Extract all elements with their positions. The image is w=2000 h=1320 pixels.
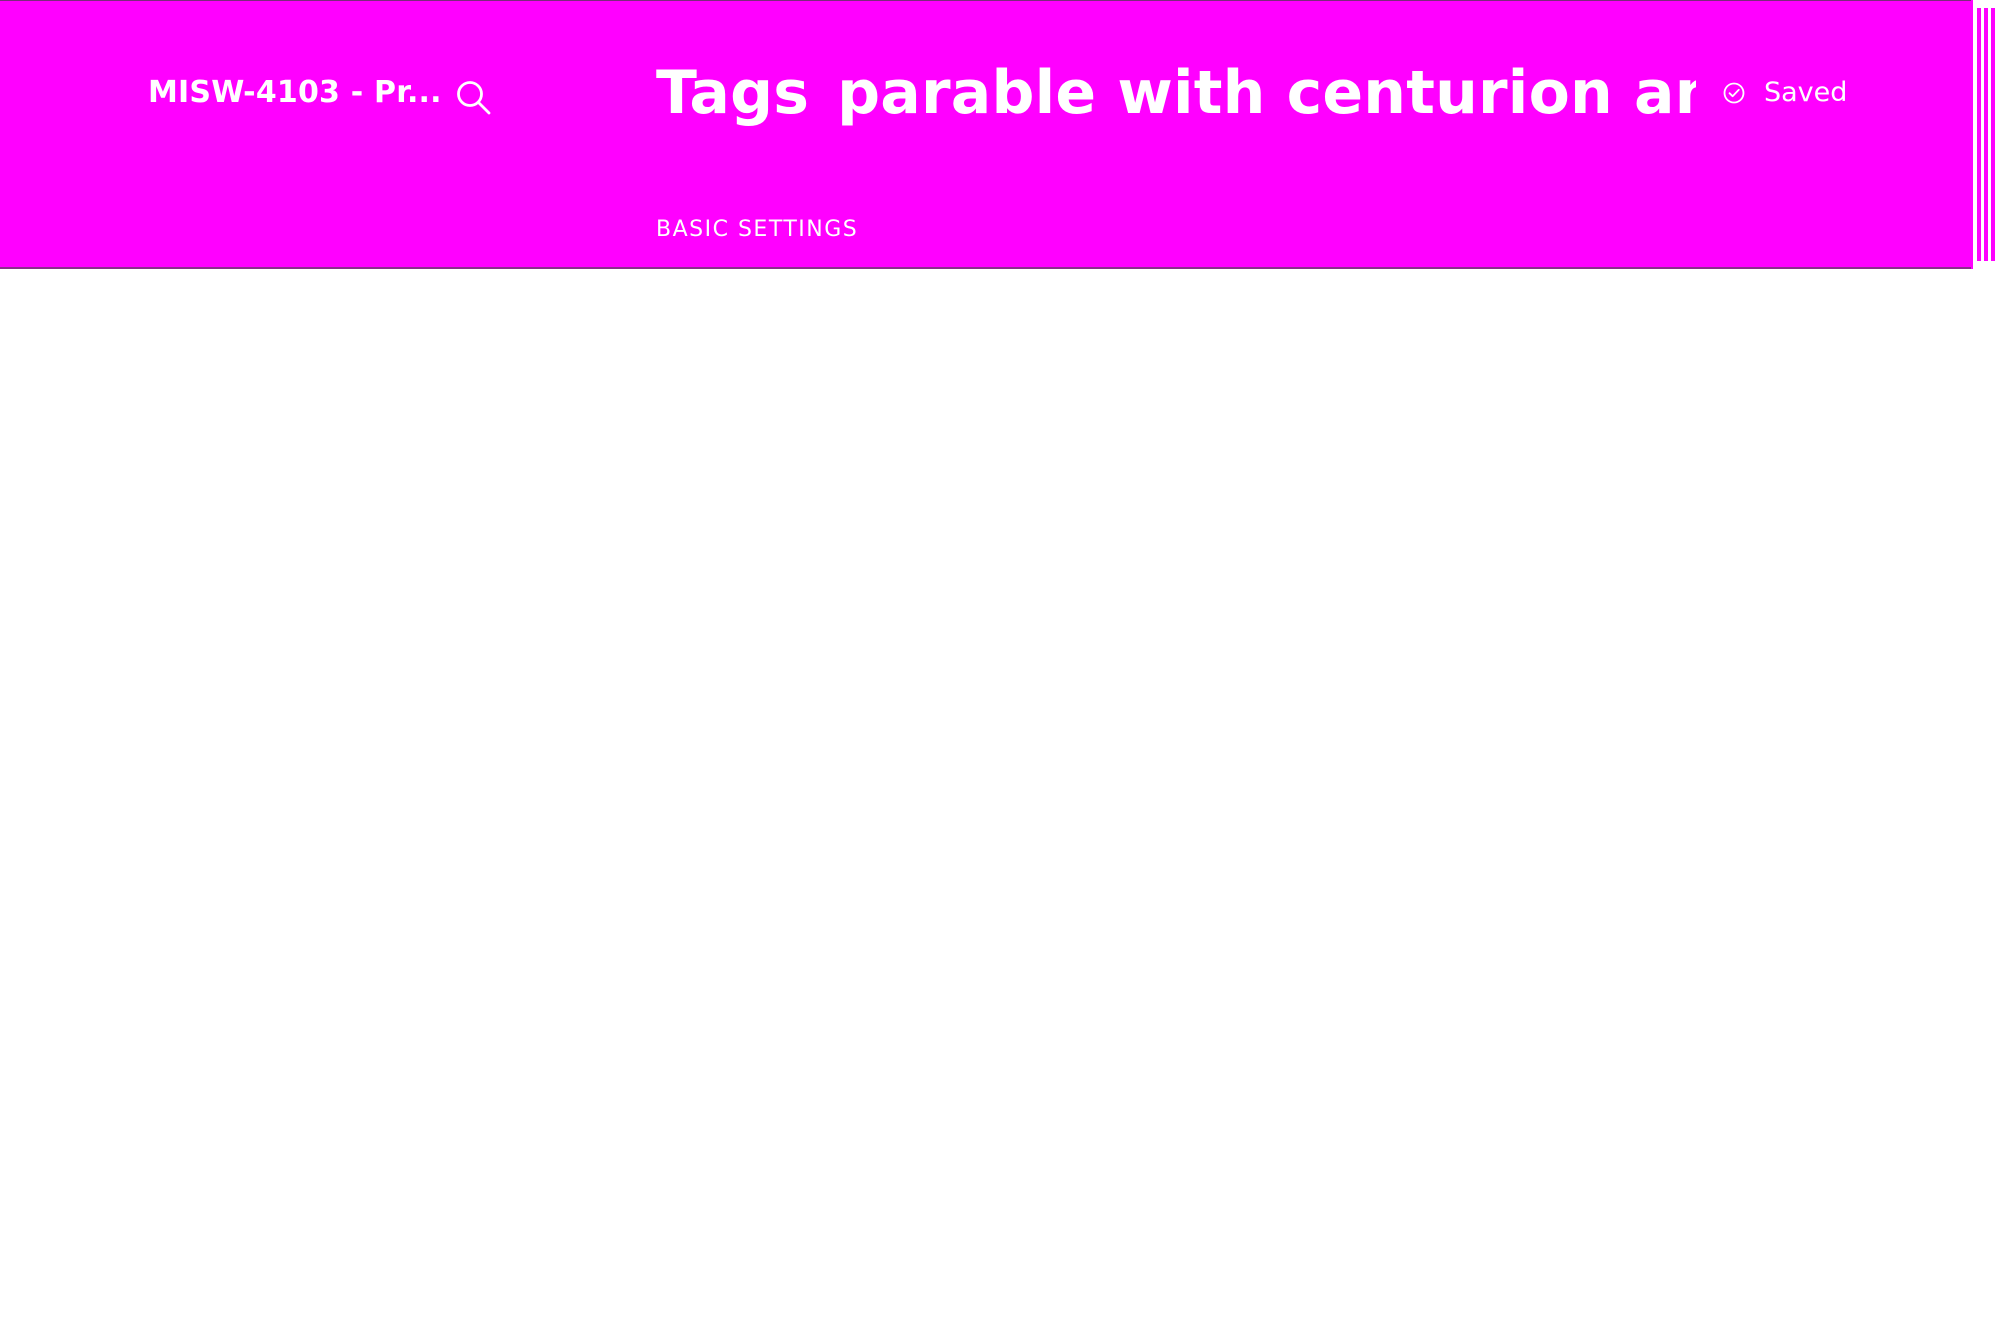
resize-handle-bar-1 <box>1977 8 1981 261</box>
section-label: BASIC SETTINGS <box>656 217 859 242</box>
resize-handle-bar-3 <box>1991 8 1995 261</box>
search-button[interactable] <box>453 77 493 117</box>
resize-handle[interactable] <box>1971 0 2000 269</box>
title-prefix: Tags <box>656 59 810 128</box>
resize-handle-bar-2 <box>1984 8 1988 261</box>
search-icon <box>457 81 491 115</box>
check-circle-icon <box>1723 82 1745 103</box>
site-title-button[interactable]: MISW-4103 - Pr... <box>148 78 442 108</box>
page-title: Tags parable with centurion among <box>656 59 1696 133</box>
top-header: MISW-4103 - Pr... Tags parable with centu… <box>0 0 1971 269</box>
content-area <box>0 269 2000 1320</box>
saved-status: Saved <box>1722 79 1847 106</box>
post-title-text: parable with centurion among <box>837 59 1696 128</box>
saved-status-text: Saved <box>1764 77 1848 108</box>
